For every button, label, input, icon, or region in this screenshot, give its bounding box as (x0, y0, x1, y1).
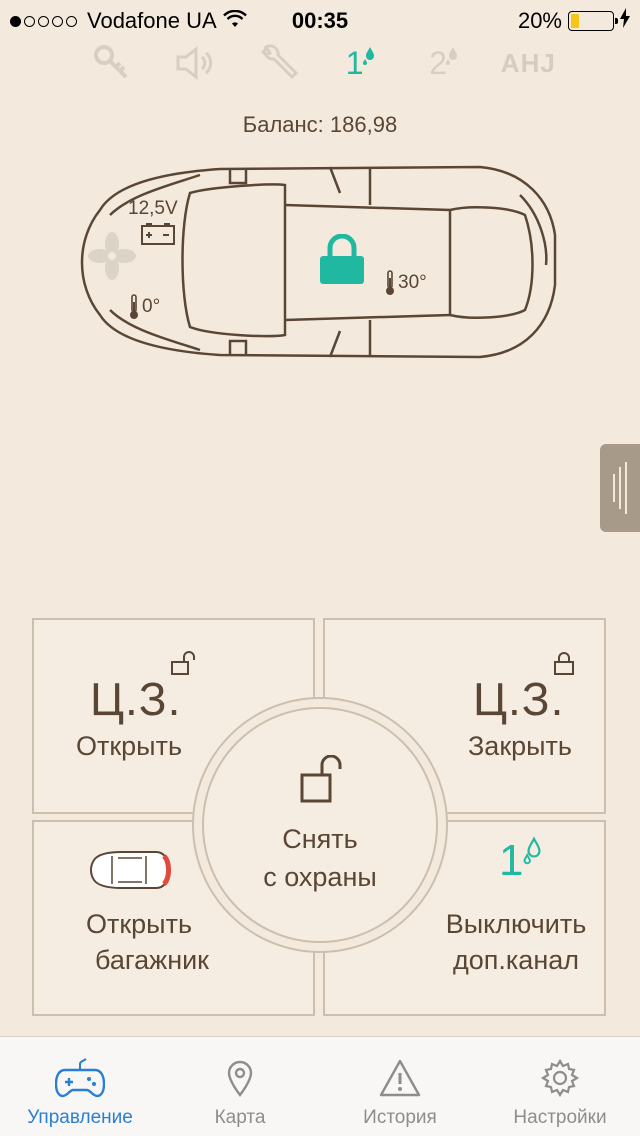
temp-inside: 30° (384, 270, 427, 296)
trunk-label-line1: Открыть (85, 909, 193, 939)
channel-2-icon[interactable]: 2 (419, 41, 471, 85)
trunk-label-line2: багажник (95, 945, 209, 975)
channel-label-line2: доп.канал (453, 945, 579, 975)
balance-text: Баланс: 186,98 (242, 112, 398, 137)
speaker-icon[interactable] (169, 41, 221, 85)
tab-control[interactable]: Управление (0, 1037, 160, 1136)
disarm-label-line2: с охраны (263, 862, 377, 892)
car-diagram (70, 155, 560, 370)
tab-map[interactable]: Карта (160, 1037, 320, 1136)
channel-number: 1 (499, 836, 524, 885)
channel-1-icon[interactable]: 1 (336, 41, 388, 85)
temp-inside-value: 30° (398, 272, 427, 293)
central-lock-label: Ц.З. (90, 673, 182, 725)
battery-percent: 20% (517, 8, 562, 33)
battery-voltage: 12,5V (128, 198, 178, 219)
ahj-icon[interactable]: AHJ (500, 41, 556, 85)
gear-icon (540, 1055, 580, 1101)
thermometer-icon (386, 270, 394, 295)
temp-outside: 0° (128, 294, 160, 320)
tab-control-label: Управление (27, 1107, 133, 1128)
charging-icon (620, 8, 630, 34)
tab-settings-label: Настройки (513, 1107, 607, 1128)
key-icon[interactable] (86, 41, 138, 85)
tab-bar: Управление Карта История Настройки (0, 1036, 640, 1136)
unlock-label: Открыть (75, 731, 183, 761)
lock-label: Закрыть (468, 731, 572, 761)
status-bar: Vodafone UA 00:35 20% (0, 0, 640, 40)
car-battery-icon (140, 222, 176, 251)
battery-icon (568, 11, 618, 31)
ahj-label: AHJ (500, 47, 556, 78)
thermometer-icon (130, 294, 138, 319)
tab-history-label: История (363, 1107, 437, 1128)
disarm-label[interactable]: Снять с охраны (202, 820, 438, 896)
warning-icon (378, 1055, 422, 1101)
unlock-icon (300, 754, 344, 810)
fan-icon (88, 232, 136, 285)
side-drawer-handle[interactable] (600, 444, 640, 532)
tab-map-label: Карта (214, 1107, 266, 1128)
channel-label-line1: Выключить (445, 909, 587, 939)
temp-outside-value: 0° (142, 296, 161, 317)
disarm-label-line1: Снять (282, 824, 358, 854)
car-trunk-icon (88, 848, 172, 897)
wrench-icon[interactable] (252, 41, 304, 85)
map-pin-icon (226, 1055, 254, 1101)
central-lock-label: Ц.З. (473, 673, 565, 725)
lock-status-icon (318, 233, 366, 291)
tab-settings[interactable]: Настройки (480, 1037, 640, 1136)
channel-1-icon: 1 (499, 836, 545, 886)
tab-history[interactable]: История (320, 1037, 480, 1136)
top-toolbar: 1 2 AHJ (0, 38, 640, 88)
gamepad-icon (55, 1055, 105, 1101)
